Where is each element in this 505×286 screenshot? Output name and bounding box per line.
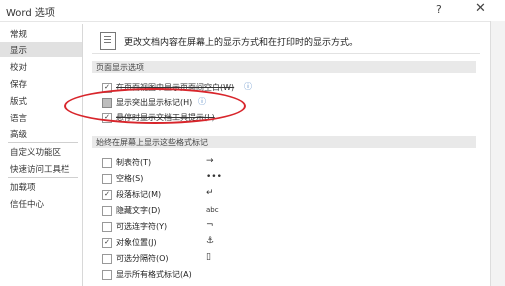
nav-item-display[interactable]: 显示 [0, 42, 82, 57]
checkbox[interactable] [102, 222, 112, 232]
nav-item-save[interactable]: 保存 [0, 76, 82, 91]
nav-separator [8, 142, 78, 143]
nav-separator [8, 177, 78, 178]
checkbox[interactable] [102, 254, 112, 264]
space-mark-icon: ••• [206, 172, 222, 182]
document-display-icon [100, 32, 116, 50]
option-show-all-marks[interactable]: 显示所有格式标记(A) [102, 269, 252, 281]
checkbox[interactable] [102, 270, 112, 280]
background-window-strip [490, 21, 505, 286]
nav-item-advanced[interactable]: 高级 [0, 126, 82, 141]
option-tab-characters[interactable]: 制表符(T) → [102, 156, 232, 169]
nav-item-customize-ribbon[interactable]: 自定义功能区 [0, 144, 82, 159]
panel-description: 更改文档内容在屏幕上的显示方式和在打印时的显示方式。 [124, 38, 359, 48]
section-page-display: 页面显示选项 [92, 61, 476, 73]
highlight-annotation-oval [64, 88, 246, 124]
info-icon: ⓘ [244, 82, 252, 91]
tab-mark-icon: → [206, 156, 214, 166]
section-format-marks: 始终在屏幕上显示这些格式标记 [92, 136, 476, 148]
nav-item-proofing[interactable]: 校对 [0, 59, 82, 74]
options-nav: 常规 显示 校对 保存 版式 语言 高级 自定义功能区 快速访问工具栏 加载项 … [0, 24, 83, 286]
option-hidden-text[interactable]: 隐藏文字(D) abc [102, 205, 232, 217]
checkbox[interactable] [102, 174, 112, 184]
hyphen-mark-icon: ¬ [206, 220, 214, 230]
display-options-panel: 更改文档内容在屏幕上的显示方式和在打印时的显示方式。 页面显示选项 在页面视图中… [64, 22, 490, 286]
option-spaces[interactable]: 空格(S) ••• [102, 172, 232, 185]
nav-item-addins[interactable]: 加载项 [0, 179, 82, 194]
option-object-anchors[interactable]: 对象位置(J) ⚓ [102, 236, 232, 249]
hidden-text-icon: abc [206, 206, 219, 214]
nav-item-general[interactable]: 常规 [0, 26, 82, 41]
nav-item-trust-center[interactable]: 信任中心 [0, 196, 82, 211]
anchor-icon: ⚓ [206, 236, 215, 246]
nav-item-quick-access[interactable]: 快速访问工具栏 [0, 161, 82, 176]
title-bar: Word 选项 ? ✕ [0, 0, 505, 22]
help-button[interactable]: ? [436, 3, 442, 16]
option-optional-hyphens[interactable]: 可选连字符(Y) ¬ [102, 220, 232, 233]
checkbox[interactable] [102, 190, 112, 200]
option-paragraph-marks[interactable]: 段落标记(M) ↵ [102, 188, 232, 201]
optional-break-icon: ▯ [206, 252, 211, 262]
divider [92, 53, 480, 54]
checkbox[interactable] [102, 206, 112, 216]
close-button[interactable]: ✕ [475, 1, 486, 16]
checkbox[interactable] [102, 158, 112, 168]
option-optional-breaks[interactable]: 可选分隔符(O) ▯ [102, 252, 232, 265]
checkbox[interactable] [102, 238, 112, 248]
paragraph-mark-icon: ↵ [206, 188, 214, 198]
window-title: Word 选项 [6, 8, 55, 19]
